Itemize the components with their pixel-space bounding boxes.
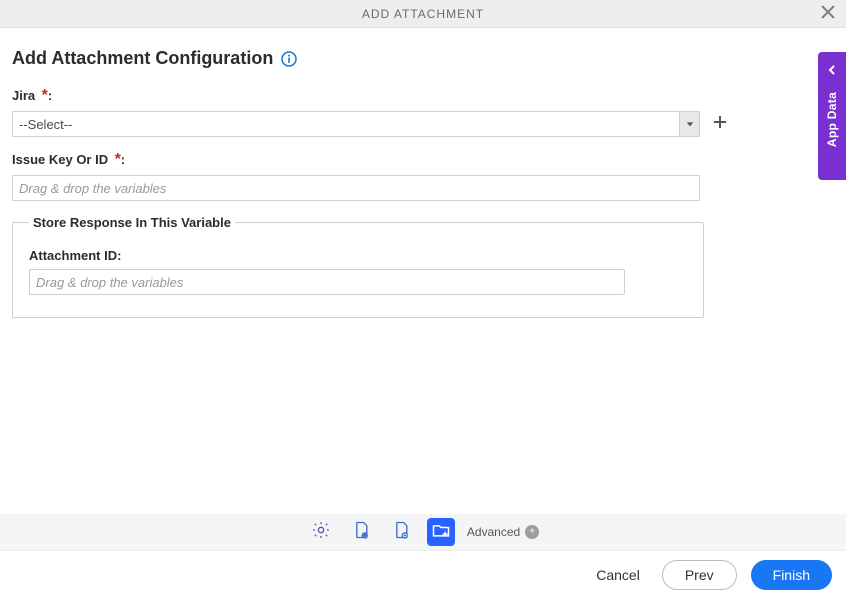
jira-label: Jira <box>12 88 35 103</box>
gear-icon <box>311 520 331 545</box>
jira-field: Jira *: --Select-- <box>12 87 834 137</box>
attachment-step-button[interactable] <box>427 518 455 546</box>
step-toolbar: Advanced + <box>0 514 846 550</box>
issue-label-row: Issue Key Or ID *: <box>12 151 834 171</box>
page-settings-step-button[interactable] <box>387 518 415 546</box>
app-data-label: App Data <box>825 92 839 147</box>
chevron-down-icon <box>679 112 699 136</box>
group-legend: Store Response In This Variable <box>29 215 235 230</box>
app-data-panel-toggle[interactable]: App Data <box>818 52 846 180</box>
page-title: Add Attachment Configuration <box>12 48 273 69</box>
page-gear-icon <box>351 520 371 545</box>
plus-icon <box>712 114 728 135</box>
folder-plus-icon <box>431 520 451 545</box>
advanced-label: Advanced <box>467 525 520 539</box>
jira-select-row: --Select-- <box>12 111 834 137</box>
dialog-title: ADD ATTACHMENT <box>362 7 484 21</box>
add-jira-button[interactable] <box>710 114 730 134</box>
page-config-step-button[interactable] <box>347 518 375 546</box>
advanced-toggle[interactable]: Advanced + <box>467 525 539 539</box>
prev-button[interactable]: Prev <box>662 560 737 590</box>
attachment-id-label: Attachment ID: <box>29 248 687 263</box>
settings-step-button[interactable] <box>307 518 335 546</box>
attachment-id-placeholder: Drag & drop the variables <box>36 275 183 290</box>
attachment-id-input[interactable]: Drag & drop the variables <box>29 269 625 295</box>
footer: Cancel Prev Finish <box>0 550 846 598</box>
dialog-header: ADD ATTACHMENT <box>0 0 846 28</box>
store-response-group: Store Response In This Variable Attachme… <box>12 215 704 318</box>
cancel-button[interactable]: Cancel <box>588 561 648 589</box>
colon: : <box>48 88 52 103</box>
issue-placeholder: Drag & drop the variables <box>19 181 166 196</box>
page-settings-icon <box>391 520 411 545</box>
jira-select-value: --Select-- <box>13 117 679 132</box>
info-icon[interactable] <box>281 51 297 67</box>
issue-field: Issue Key Or ID *: Drag & drop the varia… <box>12 151 834 201</box>
chevron-left-icon <box>827 62 837 80</box>
finish-button[interactable]: Finish <box>751 560 832 590</box>
issue-label: Issue Key Or ID <box>12 152 108 167</box>
content-area: Add Attachment Configuration Jira *: --S… <box>0 28 846 318</box>
colon: : <box>121 152 125 167</box>
issue-input[interactable]: Drag & drop the variables <box>12 175 700 201</box>
jira-label-row: Jira *: <box>12 87 834 107</box>
plus-circle-icon: + <box>525 525 539 539</box>
close-button[interactable] <box>818 4 838 24</box>
close-icon <box>821 5 835 24</box>
page-title-row: Add Attachment Configuration <box>12 48 834 69</box>
jira-select[interactable]: --Select-- <box>12 111 700 137</box>
